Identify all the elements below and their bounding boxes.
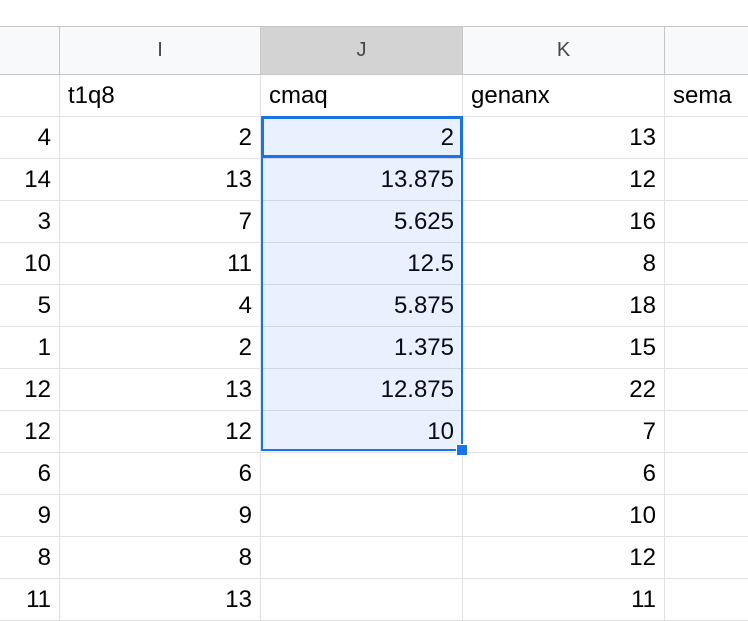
table-row: 11 13 11 <box>0 579 748 621</box>
cell-i[interactable]: 12 <box>60 411 261 452</box>
table-row: 5 4 5.875 18 <box>0 285 748 327</box>
cell-h[interactable]: 14 <box>0 159 60 200</box>
cell-j[interactable] <box>261 537 463 578</box>
cell-l[interactable] <box>665 579 748 620</box>
table-row: 666 <box>0 453 748 495</box>
cell-h[interactable]: 4 <box>0 117 60 158</box>
column-header-j[interactable]: J <box>261 27 463 74</box>
fill-handle[interactable] <box>456 444 468 456</box>
toolbar-gap <box>0 0 748 26</box>
header-label-row: t1q8 cmaq genanx sema <box>0 75 748 117</box>
table-row: 12 12 10 7 <box>0 411 748 453</box>
cell-i[interactable]: 7 <box>60 201 261 242</box>
column-header-i[interactable]: I <box>60 27 261 74</box>
cell-header-genanx[interactable]: genanx <box>463 75 665 116</box>
cell-l[interactable] <box>665 201 748 242</box>
cell-i[interactable]: 13 <box>60 579 261 620</box>
cell-k[interactable]: 7 <box>463 411 665 452</box>
cell-k[interactable]: 11 <box>463 579 665 620</box>
table-row: 9 9 10 <box>0 495 748 537</box>
cell-i[interactable]: 9 <box>60 495 261 536</box>
cell-i[interactable]: 13 <box>60 369 261 410</box>
cell-i[interactable]: 11 <box>60 243 261 284</box>
sheet-grid: t1q8 cmaq genanx sema 4 2 2 13 14 13 13.875 12 3… <box>0 75 748 621</box>
cell-j[interactable]: 2 <box>261 117 463 158</box>
select-all-corner[interactable] <box>0 27 60 74</box>
cell-l[interactable] <box>665 495 748 536</box>
cell-h[interactable]: 6 <box>0 453 60 494</box>
cell-k[interactable]: 12 <box>463 537 665 578</box>
cell-k[interactable]: 6 <box>463 453 665 494</box>
table-row: 1 2 1.375 15 <box>0 327 748 369</box>
cell-l[interactable] <box>665 117 748 158</box>
cell-l[interactable] <box>665 537 748 578</box>
cell-h[interactable]: 10 <box>0 243 60 284</box>
cell-j[interactable] <box>261 453 463 494</box>
cell-j[interactable]: 5.625 <box>261 201 463 242</box>
table-row: 14 13 13.875 12 <box>0 159 748 201</box>
cell-j[interactable]: 12.875 <box>261 369 463 410</box>
table-row: 8 8 12 <box>0 537 748 579</box>
cell-h[interactable]: 12 <box>0 369 60 410</box>
column-header-l[interactable] <box>665 27 748 74</box>
cell-j[interactable] <box>261 579 463 620</box>
cell-j[interactable]: 12.5 <box>261 243 463 284</box>
cell-h[interactable] <box>0 75 60 116</box>
cell-k[interactable]: 13 <box>463 117 665 158</box>
cell-j[interactable]: 5.875 <box>261 285 463 326</box>
table-row: 10 11 12.5 8 <box>0 243 748 285</box>
cell-j[interactable] <box>261 495 463 536</box>
cell-j[interactable]: 1.375 <box>261 327 463 368</box>
cell-k[interactable]: 15 <box>463 327 665 368</box>
cell-l[interactable] <box>665 327 748 368</box>
cell-i[interactable]: 8 <box>60 537 261 578</box>
cell-h[interactable]: 3 <box>0 201 60 242</box>
table-row: 4 2 2 13 <box>0 117 748 159</box>
cell-j[interactable]: 13.875 <box>261 159 463 200</box>
cell-j[interactable]: 10 <box>261 411 463 452</box>
table-row: 12 13 12.875 22 <box>0 369 748 411</box>
cell-k[interactable]: 16 <box>463 201 665 242</box>
cell-l[interactable] <box>665 243 748 284</box>
cell-l[interactable] <box>665 285 748 326</box>
cell-h[interactable]: 12 <box>0 411 60 452</box>
cell-header-t1q8[interactable]: t1q8 <box>60 75 261 116</box>
cell-header-cmaq[interactable]: cmaq <box>261 75 463 116</box>
cell-h[interactable]: 11 <box>0 579 60 620</box>
cell-i[interactable]: 13 <box>60 159 261 200</box>
cell-h[interactable]: 8 <box>0 537 60 578</box>
cell-i[interactable]: 6 <box>60 453 261 494</box>
cell-l[interactable] <box>665 411 748 452</box>
column-header-k[interactable]: K <box>463 27 665 74</box>
cell-header-sema[interactable]: sema <box>665 75 748 116</box>
cell-k[interactable]: 18 <box>463 285 665 326</box>
cell-k[interactable]: 10 <box>463 495 665 536</box>
cell-i[interactable]: 4 <box>60 285 261 326</box>
cell-h[interactable]: 5 <box>0 285 60 326</box>
cell-l[interactable] <box>665 159 748 200</box>
cell-k[interactable]: 22 <box>463 369 665 410</box>
cell-l[interactable] <box>665 453 748 494</box>
cell-k[interactable]: 12 <box>463 159 665 200</box>
cell-i[interactable]: 2 <box>60 327 261 368</box>
table-row: 3 7 5.625 16 <box>0 201 748 243</box>
cell-h[interactable]: 9 <box>0 495 60 536</box>
column-header-row: I J K <box>0 26 748 75</box>
cell-k[interactable]: 8 <box>463 243 665 284</box>
cell-h[interactable]: 1 <box>0 327 60 368</box>
cell-i[interactable]: 2 <box>60 117 261 158</box>
cell-l[interactable] <box>665 369 748 410</box>
